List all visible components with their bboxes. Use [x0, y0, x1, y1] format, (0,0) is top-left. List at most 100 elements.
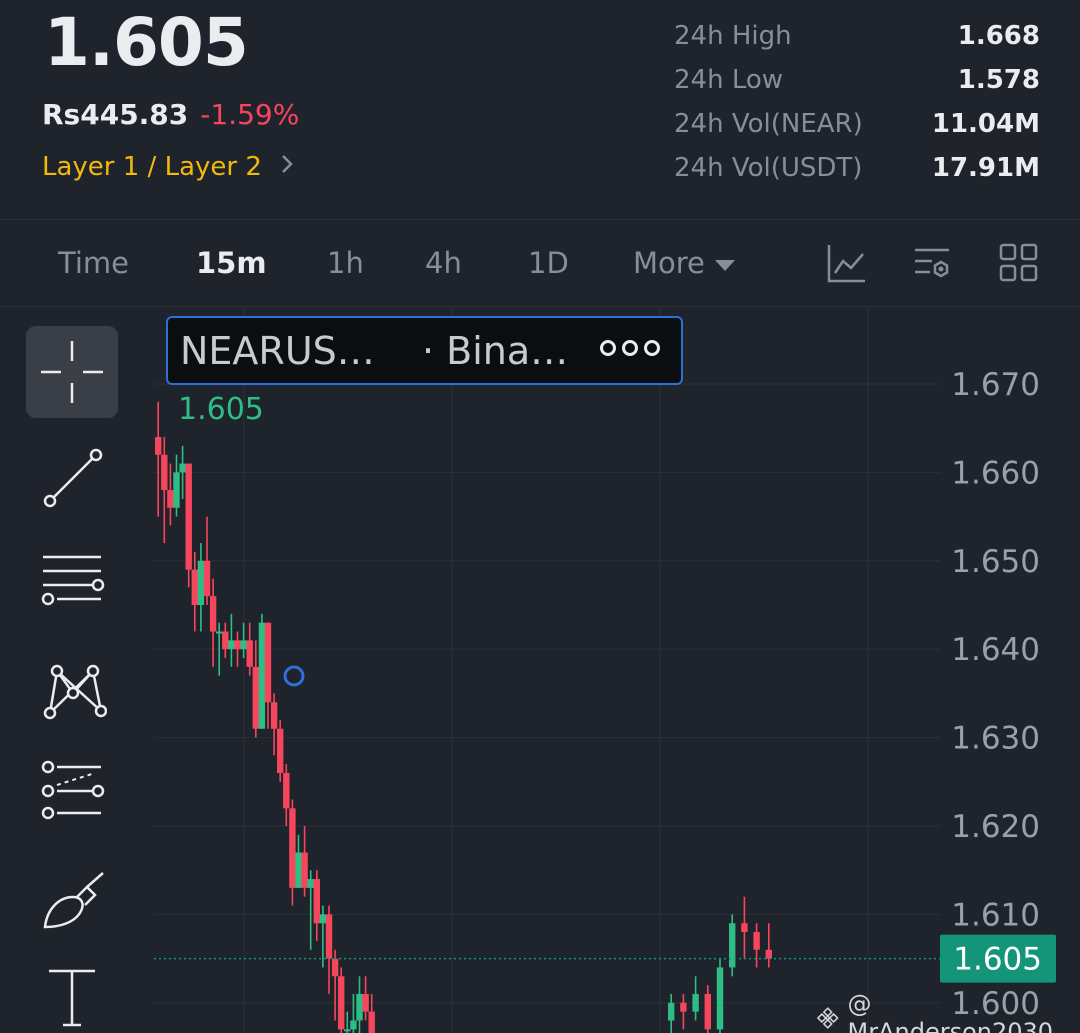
text-tool[interactable] [26, 948, 118, 1033]
candles [155, 401, 772, 1033]
tab-4h[interactable]: 4h [425, 246, 462, 280]
candle-up [319, 914, 327, 924]
stat-label: 24h Low [674, 65, 784, 95]
candle-down [368, 1011, 375, 1033]
candle-up [240, 640, 247, 650]
tab-more-label: More [633, 246, 705, 280]
price-tick-label: 1.620 [951, 809, 1040, 845]
candle-down [234, 640, 241, 650]
more-options-icon[interactable] [600, 340, 660, 356]
price-tick-label: 1.650 [951, 544, 1040, 580]
candle-down [270, 702, 278, 729]
candle-down [283, 772, 290, 809]
candle-down [704, 993, 711, 1030]
horizontal-lines-icon [41, 555, 105, 606]
tab-time[interactable]: Time [58, 246, 129, 280]
candle-down [209, 596, 217, 632]
candle-down [277, 728, 284, 773]
fiat-price: Rs445.83 [42, 98, 189, 131]
brush-tool[interactable] [26, 852, 118, 944]
interval-bar: Time 15m 1h 4h 1D More [0, 220, 1080, 306]
candle-up [173, 472, 180, 508]
candle-up [179, 463, 186, 473]
fiat-price-row: Rs445.83 -1.59% [42, 98, 299, 131]
trend-line-icon [43, 448, 103, 508]
settings-icon[interactable] [912, 242, 954, 284]
candle-up [228, 640, 235, 650]
candle-down [753, 932, 760, 950]
candle-down [301, 852, 308, 888]
chart-grid [154, 306, 940, 1033]
candlestick-chart[interactable]: 1.6701.6601.6501.6401.6301.6201.6101.600… [0, 306, 1080, 1033]
price-tick-label: 1.610 [951, 897, 1040, 933]
category-link[interactable]: Layer 1 / Layer 2 [42, 152, 294, 182]
candle-down [161, 454, 168, 491]
stat-value: 1.668 [957, 21, 1040, 51]
candle-down [264, 622, 272, 703]
watermark: @ MrAnderson2030 [816, 990, 1080, 1033]
price-change-percent: -1.59% [200, 98, 300, 131]
candle-down [765, 949, 772, 959]
caret-down-icon [714, 259, 735, 271]
pattern-icon [43, 664, 107, 720]
tab-15m[interactable]: 15m [196, 246, 267, 280]
legend-symbol: NEARUS… [180, 329, 375, 373]
price-tick-label: 1.670 [951, 367, 1040, 403]
candle-down [246, 640, 253, 667]
candle-up [350, 1020, 357, 1030]
candle-up [716, 967, 724, 1030]
stat-label: 24h Vol(USDT) [674, 153, 863, 183]
candle-down [222, 631, 229, 650]
stat-label: 24h Vol(NEAR) [674, 109, 863, 139]
trend-line-tool[interactable] [26, 432, 118, 524]
stat-label: 24h High [674, 21, 792, 51]
horizontal-lines-tool[interactable] [26, 538, 118, 630]
brush-icon [43, 872, 104, 929]
stat-row: 24h Vol(NEAR) 11.04M [674, 102, 1040, 146]
pattern-tool[interactable] [26, 642, 118, 734]
stat-value: 1.578 [957, 65, 1040, 95]
indicator-icon[interactable] [826, 242, 868, 284]
candle-down [331, 958, 339, 977]
candle-down [191, 569, 198, 605]
price-tick-label: 1.660 [951, 455, 1040, 491]
candle-up [729, 923, 736, 968]
chevron-right-icon [280, 153, 294, 181]
fib-channel-icon [41, 760, 105, 820]
tab-1h[interactable]: 1h [327, 246, 364, 280]
candle-down [289, 808, 296, 888]
binance-logo-icon [816, 1007, 839, 1029]
price-tick-label: 1.640 [951, 632, 1040, 668]
candle-up [692, 993, 699, 1012]
candle-up [216, 631, 223, 634]
candle-up [197, 560, 205, 605]
current-price-line: 1.605 [154, 934, 1056, 983]
candle-up [295, 852, 302, 888]
crosshair-icon [41, 341, 103, 403]
candle-down [680, 1002, 687, 1012]
price-tick-label: 1.630 [951, 721, 1040, 757]
candle-up [668, 1002, 675, 1021]
cursor-marker [283, 665, 305, 687]
crosshair-tool[interactable] [26, 326, 118, 418]
symbol-legend[interactable]: NEARUS… · Bina… [166, 316, 683, 385]
candle-down [338, 976, 345, 1030]
stat-value: 17.91M [931, 153, 1040, 183]
legend-ohlc-value: 1.605 [178, 392, 264, 427]
candle-down [252, 666, 259, 729]
category-label: Layer 1 / Layer 2 [42, 152, 262, 182]
layout-grid-icon[interactable] [998, 242, 1040, 284]
fib-channel-tool[interactable] [26, 746, 118, 838]
stat-row: 24h High 1.668 [674, 14, 1040, 58]
candle-down [313, 879, 320, 924]
stat-row: 24h Low 1.578 [674, 58, 1040, 102]
price-axis: 1.6701.6601.6501.6401.6301.6201.6101.600 [951, 367, 1040, 1022]
stats-panel: 24h High 1.668 24h Low 1.578 24h Vol(NEA… [674, 14, 1040, 190]
candle-up [344, 1029, 351, 1032]
watermark-text: @ MrAnderson2030 [847, 990, 1054, 1033]
candle-up [307, 879, 314, 888]
tab-1d[interactable]: 1D [528, 246, 569, 280]
candle-up [258, 622, 266, 729]
candle-down [167, 490, 174, 508]
tab-more[interactable]: More [633, 246, 735, 280]
